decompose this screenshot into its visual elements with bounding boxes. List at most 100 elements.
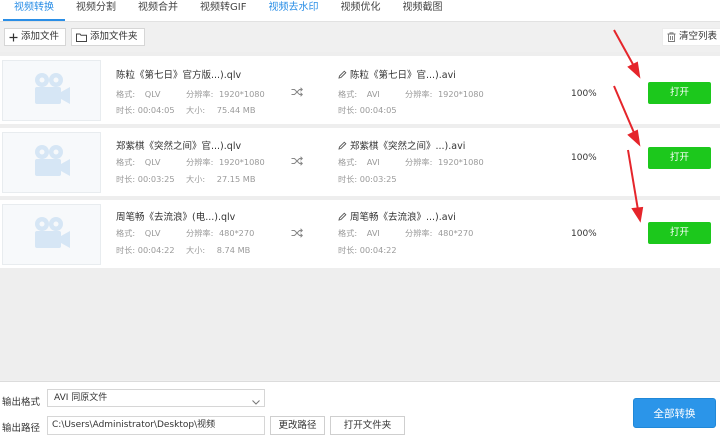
tab-bar: 视频转换 视频分割 视频合并 视频转GIF 视频去水印 视频优化 视频截图 <box>0 0 720 22</box>
resolution-label: 分辨率: <box>186 157 214 167</box>
file-row: 周笔畅《去流浪》(电...).qlv 格式: QLV 分辨率: 480*270 … <box>0 200 720 268</box>
open-file-button[interactable]: 打开 <box>648 222 711 244</box>
clear-list-button[interactable]: 清空列表 <box>662 28 720 46</box>
output-file-name-row: 陈粒《第七日》官...).avi <box>338 67 456 82</box>
output-format: AVI <box>366 157 380 167</box>
toolbar: 添加文件 添加文件夹 清空列表 <box>0 28 720 48</box>
output-file-name: 周笔畅《去流浪》...).avi <box>350 212 456 223</box>
progress-percent: 100% <box>571 229 597 239</box>
video-camera-icon <box>32 143 72 182</box>
output-duration: 00:04:05 <box>359 105 397 115</box>
resolution-label: 分辨率: <box>405 89 433 99</box>
open-file-button[interactable]: 打开 <box>648 82 711 104</box>
source-format: QLV <box>144 228 161 238</box>
progress-percent: 100% <box>571 89 597 99</box>
clear-list-label: 清空列表 <box>679 31 718 42</box>
source-resolution: 480*270 <box>218 228 255 238</box>
plus-icon <box>9 33 18 42</box>
output-settings-panel: 输出格式 AVI 同原文件 输出路径 C:\Users\Administrato… <box>0 381 720 435</box>
output-resolution: 1920*1080 <box>437 89 484 99</box>
video-thumbnail <box>2 204 101 265</box>
duration-label: 时长: <box>338 105 358 115</box>
size-label: 大小: <box>186 245 206 255</box>
tab-video-merge[interactable]: 视频合并 <box>127 0 189 21</box>
output-duration: 00:03:25 <box>359 174 397 184</box>
trash-icon <box>667 32 676 42</box>
open-file-button[interactable]: 打开 <box>648 147 711 169</box>
source-size: 75.44 MB <box>216 105 256 115</box>
output-format-value: AVI 同原文件 <box>54 393 108 403</box>
output-resolution: 1920*1080 <box>437 157 484 167</box>
add-folder-label: 添加文件夹 <box>90 31 138 42</box>
source-file-name: 陈粒《第七日》官方版...).qlv <box>116 70 242 81</box>
output-file-name: 郑紫棋《突然之间》...).avi <box>350 141 466 152</box>
file-row: 郑紫棋《突然之间》官...).qlv 格式: QLV 分辨率: 1920*108… <box>0 128 720 196</box>
source-file-name: 周笔畅《去流浪》(电...).qlv <box>116 212 236 223</box>
tab-video-optimize[interactable]: 视频优化 <box>329 0 391 21</box>
format-label: 格式: <box>116 157 136 167</box>
output-resolution: 480*270 <box>437 228 474 238</box>
output-path-label: 输出路径 <box>2 423 41 434</box>
output-format: AVI <box>366 89 380 99</box>
duration-label: 时长: <box>338 174 358 184</box>
format-label: 格式: <box>116 228 136 238</box>
convert-arrows-icon <box>291 87 304 100</box>
file-row: 陈粒《第七日》官方版...).qlv 格式: QLV 分辨率: 1920*108… <box>0 56 720 124</box>
source-duration: 00:04:05 <box>137 105 175 115</box>
format-label: 格式: <box>338 157 358 167</box>
duration-label: 时长: <box>116 174 136 184</box>
source-duration: 00:04:22 <box>137 245 175 255</box>
add-file-label: 添加文件 <box>21 31 60 42</box>
source-size: 27.15 MB <box>216 174 256 184</box>
source-size: 8.74 MB <box>216 245 251 255</box>
edit-pencil-icon[interactable] <box>338 212 347 224</box>
tab-video-convert[interactable]: 视频转换 <box>3 0 65 21</box>
resolution-label: 分辨率: <box>405 157 433 167</box>
tab-video-split[interactable]: 视频分割 <box>65 0 127 21</box>
resolution-label: 分辨率: <box>186 89 214 99</box>
duration-label: 时长: <box>338 245 358 255</box>
video-thumbnail <box>2 132 101 193</box>
change-path-button[interactable]: 更改路径 <box>270 416 325 435</box>
output-duration: 00:04:22 <box>359 245 397 255</box>
format-label: 格式: <box>338 89 358 99</box>
open-folder-button[interactable]: 打开文件夹 <box>330 416 405 435</box>
convert-arrows-icon <box>291 156 304 169</box>
add-file-button[interactable]: 添加文件 <box>4 28 67 46</box>
source-format: QLV <box>144 157 161 167</box>
output-file-name: 陈粒《第七日》官...).avi <box>350 70 456 81</box>
source-duration: 00:03:25 <box>137 174 175 184</box>
folder-icon <box>76 33 87 42</box>
tab-video-screenshot[interactable]: 视频截图 <box>391 0 453 21</box>
video-camera-icon <box>32 215 72 254</box>
video-camera-icon <box>32 71 72 110</box>
edit-pencil-icon[interactable] <box>338 141 347 153</box>
tab-video-to-gif[interactable]: 视频转GIF <box>189 0 257 21</box>
video-thumbnail <box>2 60 101 121</box>
source-resolution: 1920*1080 <box>218 157 265 167</box>
chevron-down-icon <box>252 395 260 411</box>
resolution-label: 分辨率: <box>405 228 433 238</box>
progress-percent: 100% <box>571 153 597 163</box>
format-label: 格式: <box>116 89 136 99</box>
size-label: 大小: <box>186 174 206 184</box>
tab-video-watermark-remove[interactable]: 视频去水印 <box>257 0 329 21</box>
edit-pencil-icon[interactable] <box>338 70 347 82</box>
size-label: 大小: <box>186 105 206 115</box>
add-folder-button[interactable]: 添加文件夹 <box>71 28 145 46</box>
convert-arrows-icon <box>291 228 304 241</box>
duration-label: 时长: <box>116 105 136 115</box>
output-file-name-row: 郑紫棋《突然之间》...).avi <box>338 138 465 153</box>
output-format-select[interactable]: AVI 同原文件 <box>47 389 265 407</box>
duration-label: 时长: <box>116 245 136 255</box>
output-path-field[interactable]: C:\Users\Administrator\Desktop\视频 <box>47 416 265 435</box>
output-format-label: 输出格式 <box>2 397 41 408</box>
convert-all-button[interactable]: 全部转换 <box>633 398 716 428</box>
resolution-label: 分辨率: <box>186 228 214 238</box>
source-resolution: 1920*1080 <box>218 89 265 99</box>
format-label: 格式: <box>338 228 358 238</box>
source-format: QLV <box>144 89 161 99</box>
output-format: AVI <box>366 228 380 238</box>
source-file-name: 郑紫棋《突然之间》官...).qlv <box>116 141 242 152</box>
file-list: 陈粒《第七日》官方版...).qlv 格式: QLV 分辨率: 1920*108… <box>0 52 720 380</box>
